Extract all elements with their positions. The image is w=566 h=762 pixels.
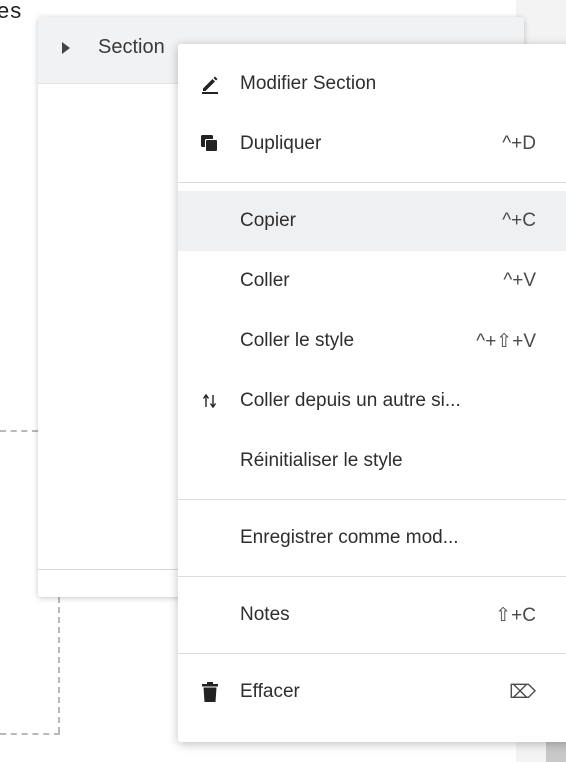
menu-item-label: Coller — [240, 270, 290, 291]
menu-divider — [178, 576, 566, 577]
menu-item-shortcut: ^+D — [502, 133, 536, 154]
menu-item-coller[interactable]: Coller ^+V — [178, 251, 566, 311]
menu-item-shortcut: ^+C — [502, 210, 536, 231]
menu-group-edit: Modifier Section Dupliquer ^+D — [178, 44, 566, 174]
arrows-updown-icon — [198, 389, 222, 413]
menu-item-copier[interactable]: Copier ^+C — [178, 191, 566, 251]
context-menu: Modifier Section Dupliquer ^+D Copier ^+… — [178, 44, 566, 742]
menu-group-notes: Notes ⇧+C — [178, 585, 566, 645]
menu-item-modifier-section[interactable]: Modifier Section — [178, 54, 566, 114]
menu-divider — [178, 182, 566, 183]
menu-group-save: Enregistrer comme mod... — [178, 508, 566, 568]
duplicate-icon — [198, 132, 222, 156]
menu-item-shortcut: ⇧+C — [495, 604, 536, 626]
navigator-item-label: Section — [98, 36, 165, 58]
menu-item-label: Dupliquer — [240, 133, 322, 154]
pencil-icon — [198, 72, 222, 96]
background-heading-fragment: es — [0, 0, 23, 23]
menu-item-label: Coller depuis un autre si... — [240, 390, 461, 411]
menu-item-label: Modifier Section — [240, 73, 377, 94]
dashed-outline — [0, 430, 38, 432]
menu-item-label: Effacer — [240, 681, 300, 702]
menu-item-coller-le-style[interactable]: Coller le style ^+⇧+V — [178, 311, 566, 371]
menu-item-shortcut: ^+⇧+V — [476, 330, 536, 352]
menu-divider — [178, 499, 566, 500]
menu-item-label: Réinitialiser le style — [240, 450, 403, 471]
menu-group-delete: Effacer ⌦ — [178, 662, 566, 722]
menu-item-label: Copier — [240, 210, 296, 231]
menu-item-shortcut: ⌦ — [509, 681, 536, 703]
menu-divider — [178, 653, 566, 654]
dashed-outline — [0, 733, 60, 735]
trash-icon — [198, 680, 222, 704]
menu-item-dupliquer[interactable]: Dupliquer ^+D — [178, 114, 566, 174]
dashed-outline — [58, 597, 60, 733]
menu-item-enregistrer-comme-modele[interactable]: Enregistrer comme mod... — [178, 508, 566, 568]
menu-item-coller-depuis-un-autre-site[interactable]: Coller depuis un autre si... — [178, 371, 566, 431]
menu-item-label: Enregistrer comme mod... — [240, 527, 459, 548]
menu-item-label: Coller le style — [240, 330, 355, 351]
menu-item-label: Notes — [240, 604, 290, 625]
menu-item-effacer[interactable]: Effacer ⌦ — [178, 662, 566, 722]
scrollbar-thumb[interactable] — [546, 740, 566, 762]
menu-item-reinitialiser-le-style[interactable]: Réinitialiser le style — [178, 431, 566, 491]
caret-right-icon[interactable] — [62, 42, 70, 54]
menu-group-clipboard: Copier ^+C Coller ^+V Coller le style ^+… — [178, 191, 566, 491]
menu-item-shortcut: ^+V — [503, 270, 536, 291]
menu-item-notes[interactable]: Notes ⇧+C — [178, 585, 566, 645]
